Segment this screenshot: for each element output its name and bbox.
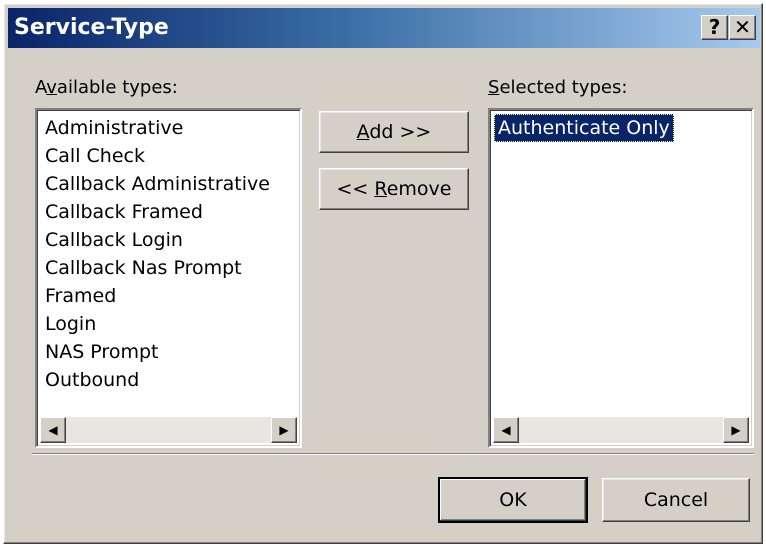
list-item[interactable]: Callback Nas Prompt <box>45 254 296 282</box>
list-item-label: Authenticate Only <box>494 114 674 142</box>
window-title: Service-Type <box>14 15 169 40</box>
cancel-button[interactable]: Cancel <box>602 478 750 522</box>
list-item-label: Callback Login <box>45 229 183 251</box>
list-item[interactable]: Administrative <box>45 114 296 142</box>
add-button[interactable]: Add >> <box>319 111 469 153</box>
list-item[interactable]: Callback Framed <box>45 198 296 226</box>
list-item-label: Call Check <box>45 145 145 167</box>
selected-types-label: Selected types: <box>488 77 628 98</box>
available-types-list[interactable]: Administrative Call Check Callback Adminis… <box>35 108 302 448</box>
selected-items: Authenticate Only <box>494 114 748 142</box>
ok-button[interactable]: OK <box>438 477 588 523</box>
list-item-label: Framed <box>45 285 117 307</box>
selected-hscroll[interactable]: ◀ ▶ <box>493 417 749 443</box>
list-item-label: Callback Nas Prompt <box>45 257 242 279</box>
available-hscroll[interactable]: ◀ ▶ <box>40 417 297 443</box>
list-item[interactable]: Outbound <box>45 366 296 394</box>
available-items: Administrative Call Check Callback Adminis… <box>45 114 296 394</box>
list-item[interactable]: Authenticate Only <box>494 114 748 142</box>
scroll-left-icon: ◀ <box>48 423 58 437</box>
separator <box>32 453 754 455</box>
scroll-left-icon: ◀ <box>501 423 511 437</box>
list-item-label: Outbound <box>45 369 140 391</box>
list-item-label: Login <box>45 313 97 335</box>
available-types-label: Available types: <box>35 77 178 98</box>
title-bar[interactable]: Service-Type ? ✕ <box>8 8 760 48</box>
list-item[interactable]: NAS Prompt <box>45 338 296 366</box>
scroll-right-button[interactable]: ▶ <box>723 417 749 443</box>
scroll-right-button[interactable]: ▶ <box>271 417 297 443</box>
service-type-dialog: Service-Type ? ✕ Available types: Admini… <box>3 3 763 544</box>
list-item-label: Callback Administrative <box>45 173 270 195</box>
selected-types-list[interactable]: Authenticate Only ◀ ▶ <box>488 108 754 448</box>
scroll-left-button[interactable]: ◀ <box>40 417 66 443</box>
list-item-label: NAS Prompt <box>45 341 159 363</box>
remove-button[interactable]: << Remove <box>319 168 469 210</box>
close-icon: ✕ <box>734 15 751 39</box>
list-item[interactable]: Callback Administrative <box>45 170 296 198</box>
scroll-right-icon: ▶ <box>731 423 741 437</box>
close-button[interactable]: ✕ <box>729 15 756 40</box>
list-item[interactable]: Callback Login <box>45 226 296 254</box>
help-button[interactable]: ? <box>701 15 728 40</box>
scroll-left-button[interactable]: ◀ <box>493 417 519 443</box>
list-item[interactable]: Framed <box>45 282 296 310</box>
list-item-label: Administrative <box>45 117 184 139</box>
scroll-right-icon: ▶ <box>279 423 289 437</box>
list-item[interactable]: Login <box>45 310 296 338</box>
list-item[interactable]: Call Check <box>45 142 296 170</box>
list-item-label: Callback Framed <box>45 201 203 223</box>
